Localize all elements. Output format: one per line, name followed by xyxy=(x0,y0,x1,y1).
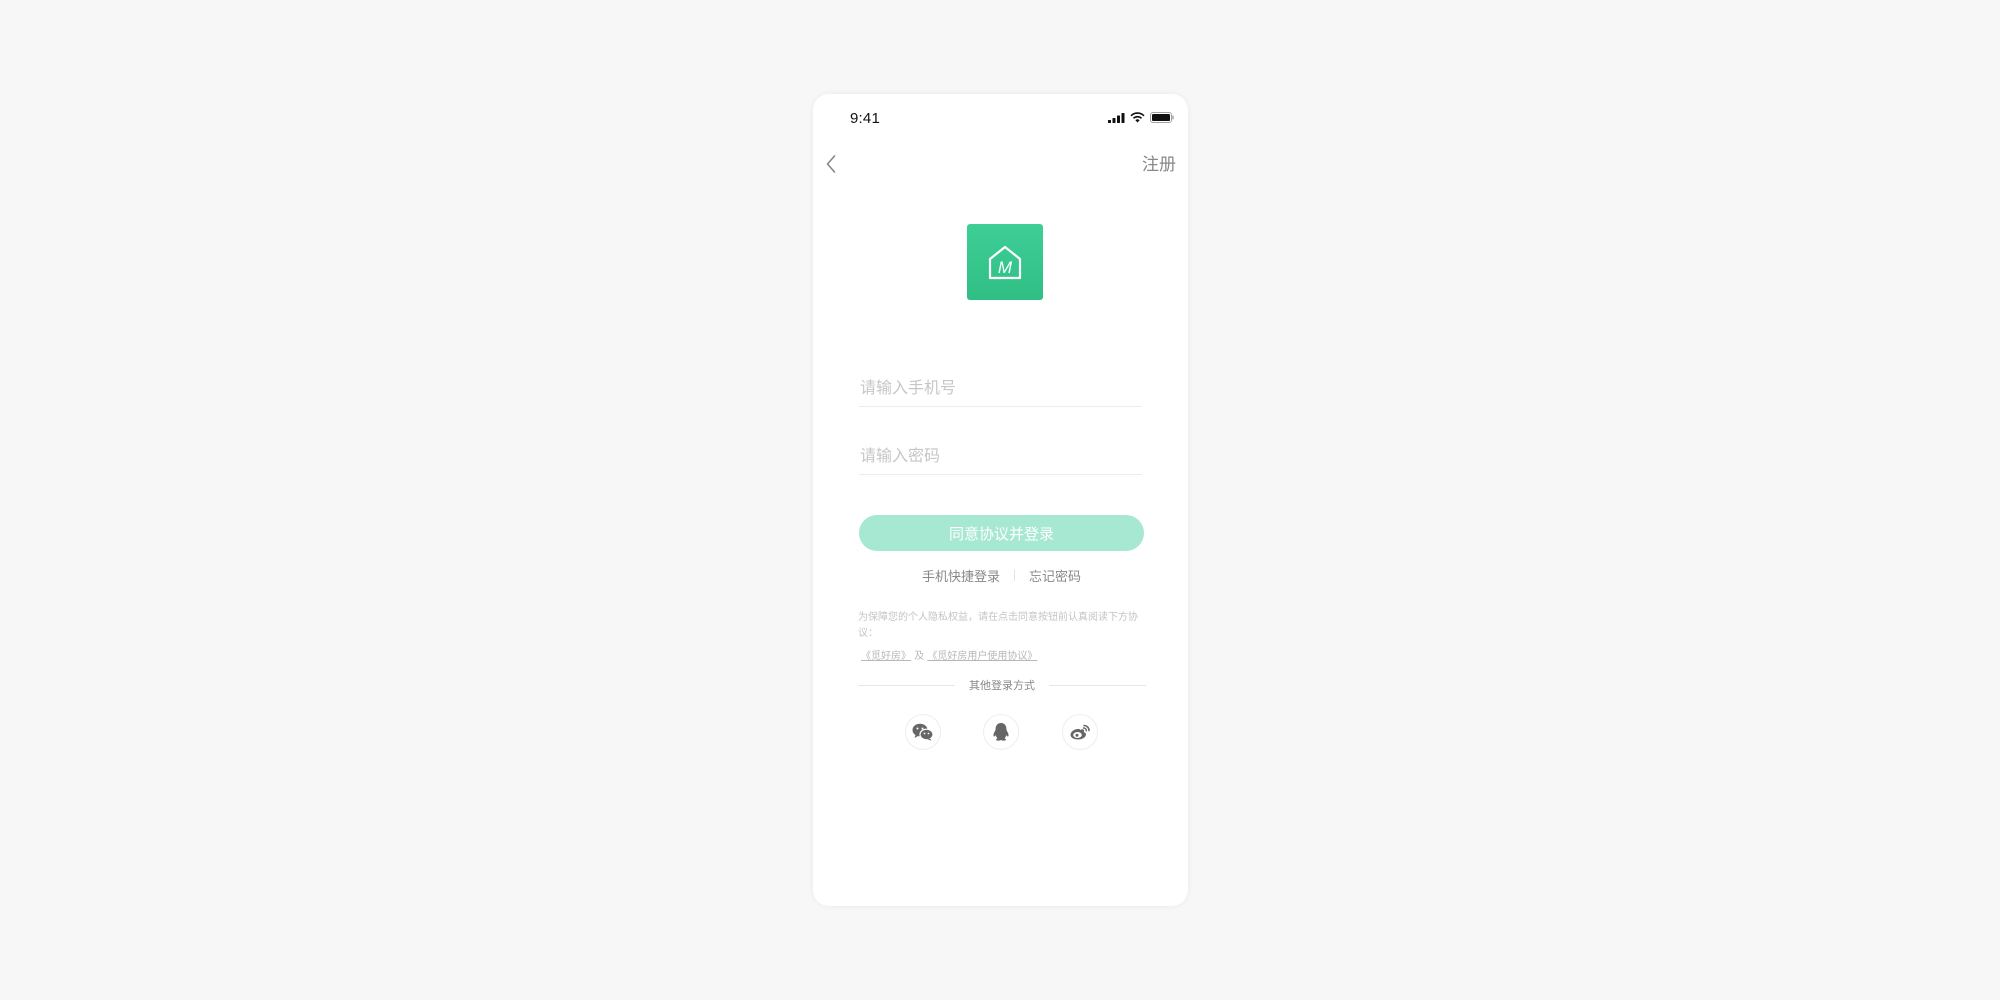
divider-line xyxy=(1049,684,1146,686)
signal-icon xyxy=(1108,112,1125,123)
agreement-conjunction: 及 xyxy=(914,651,925,662)
divider xyxy=(1014,570,1015,581)
terms-agreement-link[interactable]: 《觅好房用户使用协议》 xyxy=(927,651,1037,662)
weibo-login-button[interactable] xyxy=(1062,714,1098,750)
password-field[interactable] xyxy=(859,438,1142,475)
status-icons xyxy=(1108,112,1174,123)
agreement-notice: 为保障您的个人隐私权益，请在点击同意按钮前认真阅读下方协议： xyxy=(858,612,1138,639)
qq-icon xyxy=(993,723,1009,741)
alt-login-links: 手机快捷登录 忘记密码 xyxy=(859,566,1144,585)
agreement-links: 《觅好房》 及 《觅好房用户使用协议》 xyxy=(861,647,1037,662)
password-input[interactable] xyxy=(860,438,1142,473)
logo-letter: M xyxy=(998,258,1013,277)
chevron-left-icon xyxy=(826,155,836,173)
phone-field[interactable] xyxy=(859,370,1142,407)
status-time: 9:41 xyxy=(850,110,880,127)
phone-screen: 9:41 注册 M 请输入手机号 同意协议并登录 手机快捷登录 忘记密码 为保障… xyxy=(813,94,1188,906)
privacy-agreement-link[interactable]: 《觅好房》 xyxy=(861,651,911,662)
house-m-logo-icon: M xyxy=(988,245,1022,280)
back-button[interactable] xyxy=(821,151,841,177)
app-logo: M xyxy=(967,224,1043,300)
other-login-label: 其他登录方式 xyxy=(969,679,1035,692)
wifi-icon xyxy=(1130,112,1145,123)
battery-icon xyxy=(1150,112,1174,123)
weibo-icon xyxy=(1070,724,1090,740)
wechat-icon xyxy=(912,723,934,741)
divider-line xyxy=(858,684,955,686)
wechat-login-button[interactable] xyxy=(905,714,941,750)
phone-input[interactable] xyxy=(860,370,1142,405)
other-login-divider: 其他登录方式 xyxy=(858,677,1146,693)
forgot-password-link[interactable]: 忘记密码 xyxy=(1029,566,1081,585)
quick-login-link[interactable]: 手机快捷登录 xyxy=(922,566,1000,585)
register-link[interactable]: 注册 xyxy=(1142,150,1176,175)
qq-login-button[interactable] xyxy=(983,714,1019,750)
login-button[interactable]: 同意协议并登录 xyxy=(859,515,1144,551)
